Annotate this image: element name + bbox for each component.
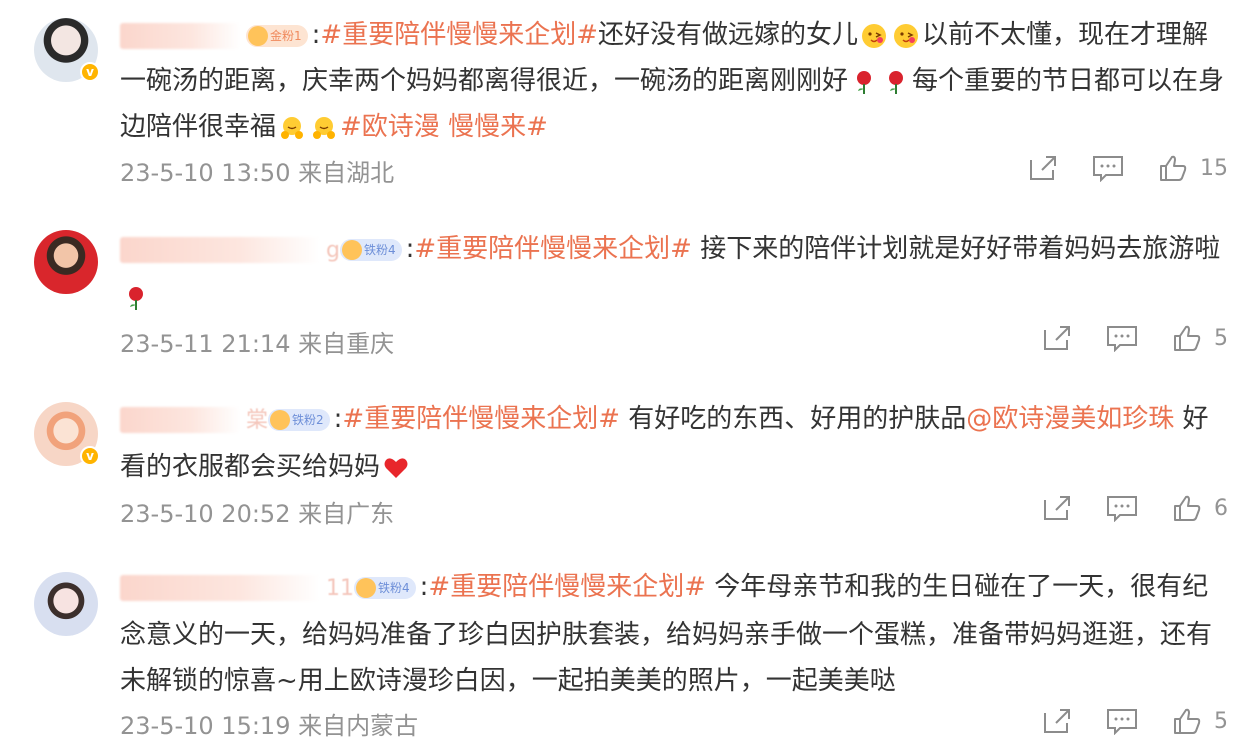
username[interactable]: [120, 574, 320, 601]
fan-badge[interactable]: 铁粉4: [339, 238, 402, 261]
comment-content: g 铁粉4:#重要陪伴慢慢来企划# 接下来的陪伴计划就是好好带着妈妈去旅游啦: [120, 226, 1230, 320]
like-count: 15: [1200, 155, 1228, 181]
like-button[interactable]: 5: [1172, 707, 1228, 735]
share-button[interactable]: [1042, 494, 1072, 522]
topic-tag[interactable]: #欧诗漫 慢慢来#: [340, 112, 548, 142]
fan-badge[interactable]: 金粉1: [246, 24, 308, 47]
rose-icon: [857, 70, 872, 94]
comment-content: 金粉1:#重要陪伴慢慢来企划#还好没有做远嫁的女儿 以前不太懂，现在才理解一碗汤的…: [120, 12, 1230, 150]
comment-button[interactable]: [1106, 494, 1138, 522]
comment-text: 还好没有做远嫁的女儿: [597, 20, 858, 50]
action-bar: 5: [1042, 704, 1228, 738]
avatar[interactable]: [34, 572, 98, 636]
comment-content: 11 铁粉4:#重要陪伴慢慢来企划# 今年母亲节和我的生日碰在了一天，很有纪念意义…: [120, 564, 1230, 704]
comment-item: 11 铁粉4:#重要陪伴慢慢来企划# 今年母亲节和我的生日碰在了一天，很有纪念意义…: [0, 540, 1258, 742]
share-button[interactable]: [1028, 154, 1058, 182]
verified-badge-icon: v: [80, 62, 100, 82]
avatar[interactable]: v: [34, 402, 100, 466]
like-icon: [1174, 495, 1201, 521]
timestamp-location: 23-5-10 20:52 来自广东: [120, 500, 395, 528]
share-button[interactable]: [1042, 324, 1072, 352]
username[interactable]: [120, 236, 320, 263]
comment-content: 棠铁粉2:#重要陪伴慢慢来企划# 有好吃的东西、好用的护肤品@欧诗漫美如珍珠 好…: [120, 396, 1230, 490]
like-icon: [1174, 325, 1201, 351]
comment-item: v 金粉1:#重要陪伴慢慢来企划#还好没有做远嫁的女儿 以前不太懂，现在才理解一碗…: [0, 0, 1258, 200]
avatar[interactable]: v: [34, 18, 100, 82]
hug-icon: [313, 116, 336, 139]
comment-button[interactable]: [1106, 324, 1138, 352]
username-suffix: 棠: [246, 408, 269, 433]
timestamp-location: 23-5-10 15:19 来自内蒙古: [120, 712, 419, 740]
comment-icon: [1107, 496, 1137, 522]
action-bar: 15: [1028, 151, 1228, 185]
comment-icon: [1107, 709, 1137, 735]
share-icon: [1030, 156, 1056, 180]
comment-item: g 铁粉4:#重要陪伴慢慢来企划# 接下来的陪伴计划就是好好带着妈妈去旅游啦 23…: [0, 200, 1258, 370]
avatar-image: [34, 572, 98, 636]
like-button[interactable]: 15: [1158, 154, 1228, 182]
username[interactable]: [120, 22, 240, 49]
rose-icon: [889, 70, 904, 94]
username-suffix: g: [326, 238, 340, 263]
topic-tag[interactable]: #重要陪伴慢慢来企划#: [414, 234, 692, 264]
rose-icon: [129, 286, 143, 310]
share-button[interactable]: [1042, 707, 1072, 735]
like-count: 5: [1214, 325, 1228, 351]
topic-tag[interactable]: #重要陪伴慢慢来企划#: [320, 20, 598, 50]
comment-text: 接下来的陪伴计划就是好好带着妈妈去旅游啦: [691, 234, 1221, 264]
like-count: 6: [1214, 495, 1228, 521]
timestamp-location: 23-5-11 21:14 来自重庆: [120, 330, 395, 358]
like-icon: [1174, 708, 1201, 734]
like-button[interactable]: 6: [1172, 494, 1228, 522]
heart-icon: [384, 457, 408, 478]
hug-icon: [281, 116, 304, 139]
share-icon: [1044, 496, 1070, 520]
comment-button[interactable]: [1106, 707, 1138, 735]
fan-badge[interactable]: 铁粉4: [354, 576, 416, 599]
action-bar: 6: [1042, 491, 1228, 525]
comment-button[interactable]: [1092, 154, 1124, 182]
topic-tag[interactable]: #重要陪伴慢慢来企划#: [342, 404, 620, 434]
like-icon: [1160, 155, 1187, 181]
action-bar: 5: [1042, 321, 1228, 355]
smile-kiss-icon: [894, 23, 918, 48]
avatar[interactable]: [34, 230, 98, 294]
comment-text: 有好吃的东西、好用的护肤品: [620, 404, 967, 434]
comment-item: v 棠铁粉2:#重要陪伴慢慢来企划# 有好吃的东西、好用的护肤品@欧诗漫美如珍珠…: [0, 370, 1258, 540]
smile-kiss-icon: [862, 23, 886, 48]
comment-icon: [1093, 156, 1123, 182]
fan-badge[interactable]: 铁粉2: [268, 408, 330, 431]
username[interactable]: [120, 406, 240, 433]
comment-icon: [1107, 326, 1137, 352]
like-count: 5: [1214, 708, 1228, 734]
topic-tag[interactable]: #重要陪伴慢慢来企划#: [428, 572, 706, 602]
avatar-image: [34, 230, 98, 294]
username-suffix: 11: [326, 576, 354, 601]
share-icon: [1044, 709, 1070, 733]
verified-badge-icon: v: [80, 446, 100, 466]
share-icon: [1044, 326, 1070, 350]
timestamp-location: 23-5-10 13:50 来自湖北: [120, 159, 395, 187]
like-button[interactable]: 5: [1172, 324, 1228, 352]
mention-link[interactable]: @欧诗漫美如珍珠: [966, 404, 1174, 434]
